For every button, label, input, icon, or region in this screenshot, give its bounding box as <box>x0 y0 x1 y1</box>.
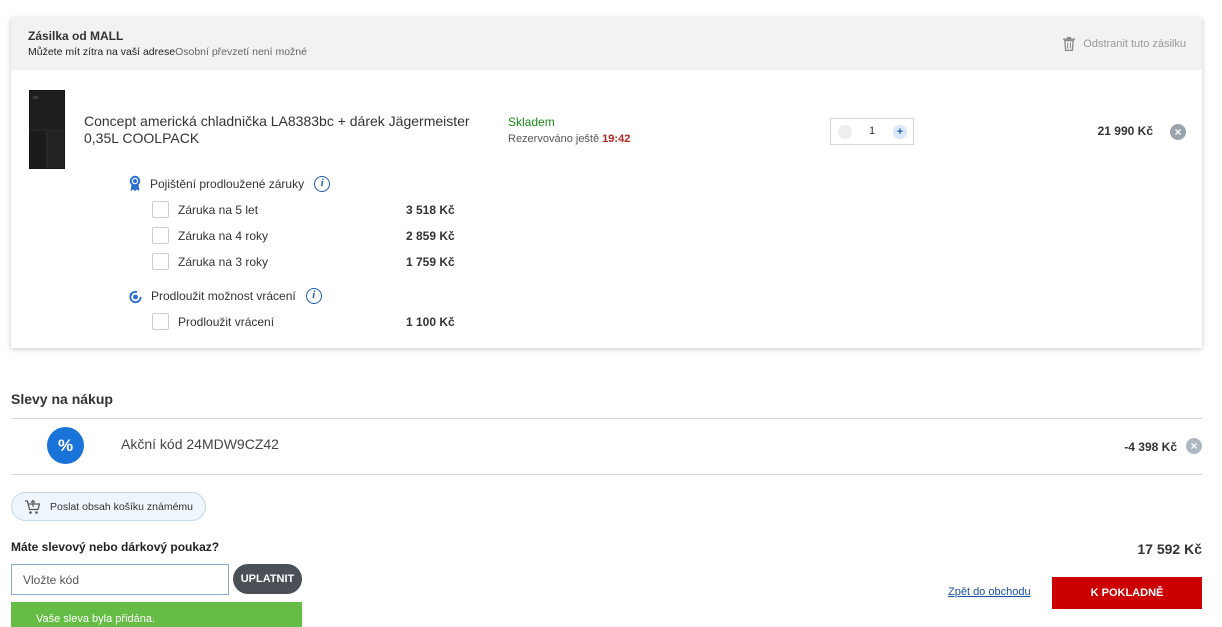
quantity-decrease-button[interactable] <box>838 125 852 139</box>
quantity-value[interactable]: 1 <box>865 125 879 137</box>
voucher-code-input[interactable] <box>11 564 229 595</box>
quantity-stepper: 1 + <box>830 118 914 145</box>
warranty-section-header: Pojištění prodloužené záruky i <box>128 175 331 192</box>
shipment-delivery-info: Můžete mít zítra na vaší adreseOsobní př… <box>28 46 307 58</box>
returns-info-icon[interactable]: i <box>305 288 322 304</box>
returns-label: Prodloužit vrácení <box>178 315 275 329</box>
voucher-question: Máte slevový nebo dárkový poukaz? <box>11 540 220 554</box>
warranty-5-checkbox[interactable] <box>152 201 169 218</box>
product-image[interactable] <box>27 88 67 171</box>
returns-title: Prodloužit možnost vrácení <box>151 289 296 303</box>
ribbon-badge-icon <box>129 175 141 191</box>
shipment-header: Zásilka od MALL Můžete mít zítra na vaší… <box>11 18 1202 70</box>
reserved-label: Rezervováno ještě <box>508 133 600 145</box>
remove-shipment-button[interactable]: Odstranit tuto zásilku <box>1063 37 1186 51</box>
remove-shipment-label: Odstranit tuto zásilku <box>1083 38 1186 50</box>
warranty-4-label: Záruka na 4 roky <box>178 229 269 243</box>
warranty-title: Pojištění prodloužené záruky <box>150 176 305 191</box>
checkout-button[interactable]: K POKLADNĚ <box>1052 577 1202 609</box>
reserved-time: 19:42 <box>602 133 631 145</box>
delivery-text: Můžete mít zítra na vaší adrese <box>28 46 176 58</box>
warranty-3-label: Záruka na 3 roky <box>178 255 269 269</box>
line-price: 21 990 Kč <box>1097 124 1153 138</box>
remove-item-button[interactable]: × <box>1170 124 1186 140</box>
returns-price: 1 100 Kč <box>406 315 455 329</box>
warranty-3-price: 1 759 Kč <box>406 255 455 269</box>
discount-percent-badge: % <box>47 427 84 464</box>
returns-checkbox[interactable] <box>152 313 169 330</box>
discount-code-label: Akční kód 24MDW9CZ42 <box>121 436 279 452</box>
warranty-5-label: Záruka na 5 let <box>178 203 259 217</box>
apply-voucher-button[interactable]: UPLATNIT <box>233 564 302 594</box>
pickup-text: Osobní převzetí není možné <box>175 46 307 58</box>
warranty-4-checkbox[interactable] <box>152 227 169 244</box>
discount-amount: -4 398 Kč <box>1124 440 1177 454</box>
order-total: 17 592 Kč <box>1137 541 1202 557</box>
remove-discount-button[interactable]: × <box>1186 438 1202 454</box>
discounts-divider-bottom <box>11 474 1202 475</box>
warranty-info-icon[interactable]: i <box>314 175 331 192</box>
share-cart-label: Poslat obsah košíku známému <box>50 500 193 513</box>
share-cart-button[interactable]: Poslat obsah košíku známému <box>11 492 206 521</box>
returns-option[interactable]: Prodloužit vrácení 1 100 Kč <box>152 313 472 331</box>
stock-status: Skladem <box>508 115 555 129</box>
return-arrow-icon <box>129 290 142 303</box>
warranty-option-3[interactable]: Záruka na 3 roky 1 759 Kč <box>152 253 472 271</box>
product-name-link[interactable]: Concept americká chladnička LA8383bc + d… <box>84 113 494 147</box>
shipment-title: Zásilka od MALL <box>28 29 124 43</box>
discounts-title: Slevy na nákup <box>11 391 113 407</box>
back-to-shop-link[interactable]: Zpět do obchodu <box>948 586 1031 598</box>
quantity-increase-button[interactable]: + <box>893 125 907 139</box>
reservation-info: Rezervováno ještě 19:42 <box>508 133 630 145</box>
warranty-4-price: 2 859 Kč <box>406 229 455 243</box>
discounts-divider-top <box>11 418 1202 419</box>
returns-section-header: Prodloužit možnost vrácení i <box>128 288 322 304</box>
voucher-success-message: Vaše sleva byla přidána. <box>11 602 302 627</box>
warranty-option-5[interactable]: Záruka na 5 let 3 518 Kč <box>152 201 472 219</box>
warranty-5-price: 3 518 Kč <box>406 203 455 217</box>
warranty-option-4[interactable]: Záruka na 4 roky 2 859 Kč <box>152 227 472 245</box>
warranty-3-checkbox[interactable] <box>152 253 169 270</box>
cart-share-icon <box>25 499 41 514</box>
trash-icon <box>1063 37 1076 51</box>
shipment-card: Zásilka od MALL Můžete mít zítra na vaší… <box>11 18 1202 348</box>
